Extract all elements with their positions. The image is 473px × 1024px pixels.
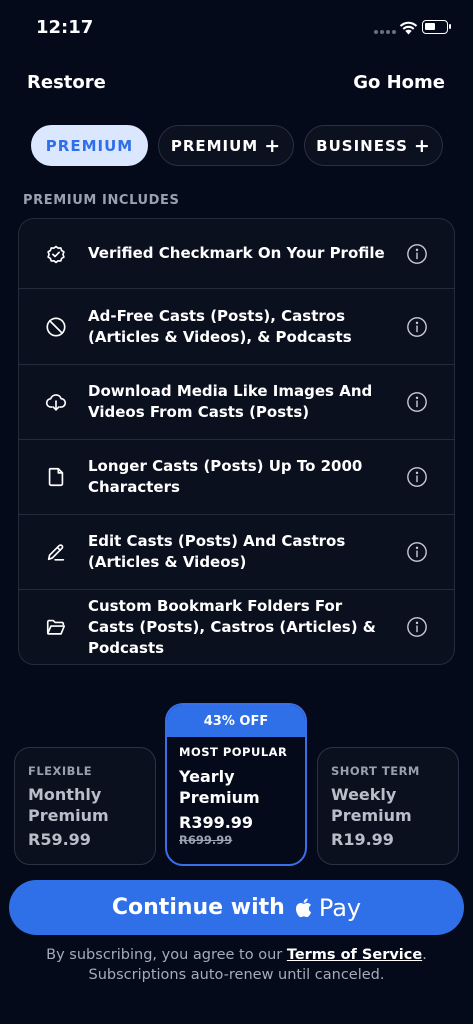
wifi-icon: [399, 21, 418, 35]
plan-price: R19.99: [331, 830, 394, 849]
plus-icon: +: [264, 134, 282, 157]
folder-icon: [46, 619, 66, 635]
verified-badge-icon: [47, 245, 65, 263]
plan-tag: SHORT TERM: [331, 764, 420, 778]
feature-item: Download Media Like Images And Videos Fr…: [19, 364, 454, 439]
battery-icon: [422, 20, 451, 34]
document-icon: [48, 467, 64, 487]
plan-tabs: PREMIUM PREMIUM + BUSINESS +: [31, 125, 443, 166]
feature-item: Verified Checkmark On Your Profile: [19, 219, 454, 288]
info-icon[interactable]: [406, 243, 428, 265]
plan-card-weekly[interactable]: SHORT TERM Weekly Premium R19.99: [317, 747, 459, 865]
plan-card-monthly[interactable]: FLEXIBLE Monthly Premium R59.99: [14, 747, 156, 865]
plan-original-price: R699.99: [179, 833, 233, 847]
no-ads-icon: [46, 316, 66, 337]
feature-list: Verified Checkmark On Your Profile Ad-Fr…: [18, 218, 455, 665]
info-icon[interactable]: [406, 466, 428, 488]
tab-business-plus-label: BUSINESS: [316, 136, 408, 155]
auto-renew-notice: Subscriptions auto-renew until canceled.: [88, 967, 385, 983]
terms-of-service-link[interactable]: Terms of Service: [287, 947, 422, 963]
feature-item: Ad-Free Casts (Posts), Castros (Articles…: [19, 288, 454, 364]
legal-text: By subscribing, you agree to our Terms o…: [0, 945, 473, 985]
plus-icon: +: [413, 134, 431, 157]
info-icon[interactable]: [406, 316, 428, 338]
feature-text: Ad-Free Casts (Posts), Castros (Articles…: [88, 306, 352, 346]
cta-label: Continue with: [111, 895, 285, 920]
restore-button[interactable]: Restore: [27, 72, 106, 93]
feature-text: Edit Casts (Posts) And Castros (Articles…: [88, 532, 346, 571]
legal-prefix: By subscribing, you agree to our: [46, 947, 287, 963]
cellular-signal-icon: [374, 30, 396, 34]
plan-tag: MOST POPULAR: [179, 745, 288, 759]
tab-business-plus[interactable]: BUSINESS +: [304, 125, 443, 166]
continue-with-apple-pay-button[interactable]: Continue with Pay: [9, 880, 464, 935]
tab-premium-plus[interactable]: PREMIUM +: [158, 125, 294, 166]
feature-item: Edit Casts (Posts) And Castros (Articles…: [19, 514, 454, 589]
info-icon[interactable]: [406, 541, 428, 563]
plan-price: R59.99: [28, 830, 91, 849]
discount-badge: 43% OFF: [167, 705, 305, 737]
feature-text: Longer Casts (Posts) Up To 2000 Characte…: [88, 457, 363, 496]
plan-options: FLEXIBLE Monthly Premium R59.99 43% OFF …: [14, 703, 459, 866]
plan-name: Yearly Premium: [179, 767, 260, 807]
plan-card-yearly[interactable]: 43% OFF MOST POPULAR Yearly Premium R399…: [165, 703, 307, 866]
info-icon[interactable]: [406, 391, 428, 413]
plan-tag: FLEXIBLE: [28, 764, 93, 778]
apple-logo-icon: [295, 897, 311, 917]
legal-suffix: .: [422, 947, 427, 963]
status-bar: 12:17: [0, 0, 473, 56]
top-navigation: Restore Go Home: [27, 72, 445, 93]
tab-premium-plus-label: PREMIUM: [170, 136, 259, 155]
info-icon[interactable]: [406, 616, 428, 638]
feature-text: Download Media Like Images And Videos Fr…: [88, 382, 373, 421]
plan-name: Monthly Premium: [28, 785, 109, 825]
tab-premium[interactable]: PREMIUM: [31, 125, 148, 166]
pencil-icon: [47, 544, 65, 561]
section-label: PREMIUM INCLUDES: [23, 193, 180, 208]
plan-name: Weekly Premium: [331, 785, 412, 825]
tab-premium-label: PREMIUM: [45, 136, 134, 155]
plan-price: R399.99: [179, 813, 254, 832]
feature-item: Custom Bookmark Folders For Casts (Posts…: [19, 589, 454, 664]
go-home-button[interactable]: Go Home: [353, 72, 445, 93]
pay-label: Pay: [318, 893, 362, 922]
status-time: 12:17: [36, 17, 94, 38]
feature-text: Custom Bookmark Folders For Casts (Posts…: [88, 596, 376, 657]
cloud-download-icon: [45, 394, 67, 411]
feature-text: Verified Checkmark On Your Profile: [88, 244, 385, 262]
feature-item: Longer Casts (Posts) Up To 2000 Characte…: [19, 439, 454, 514]
